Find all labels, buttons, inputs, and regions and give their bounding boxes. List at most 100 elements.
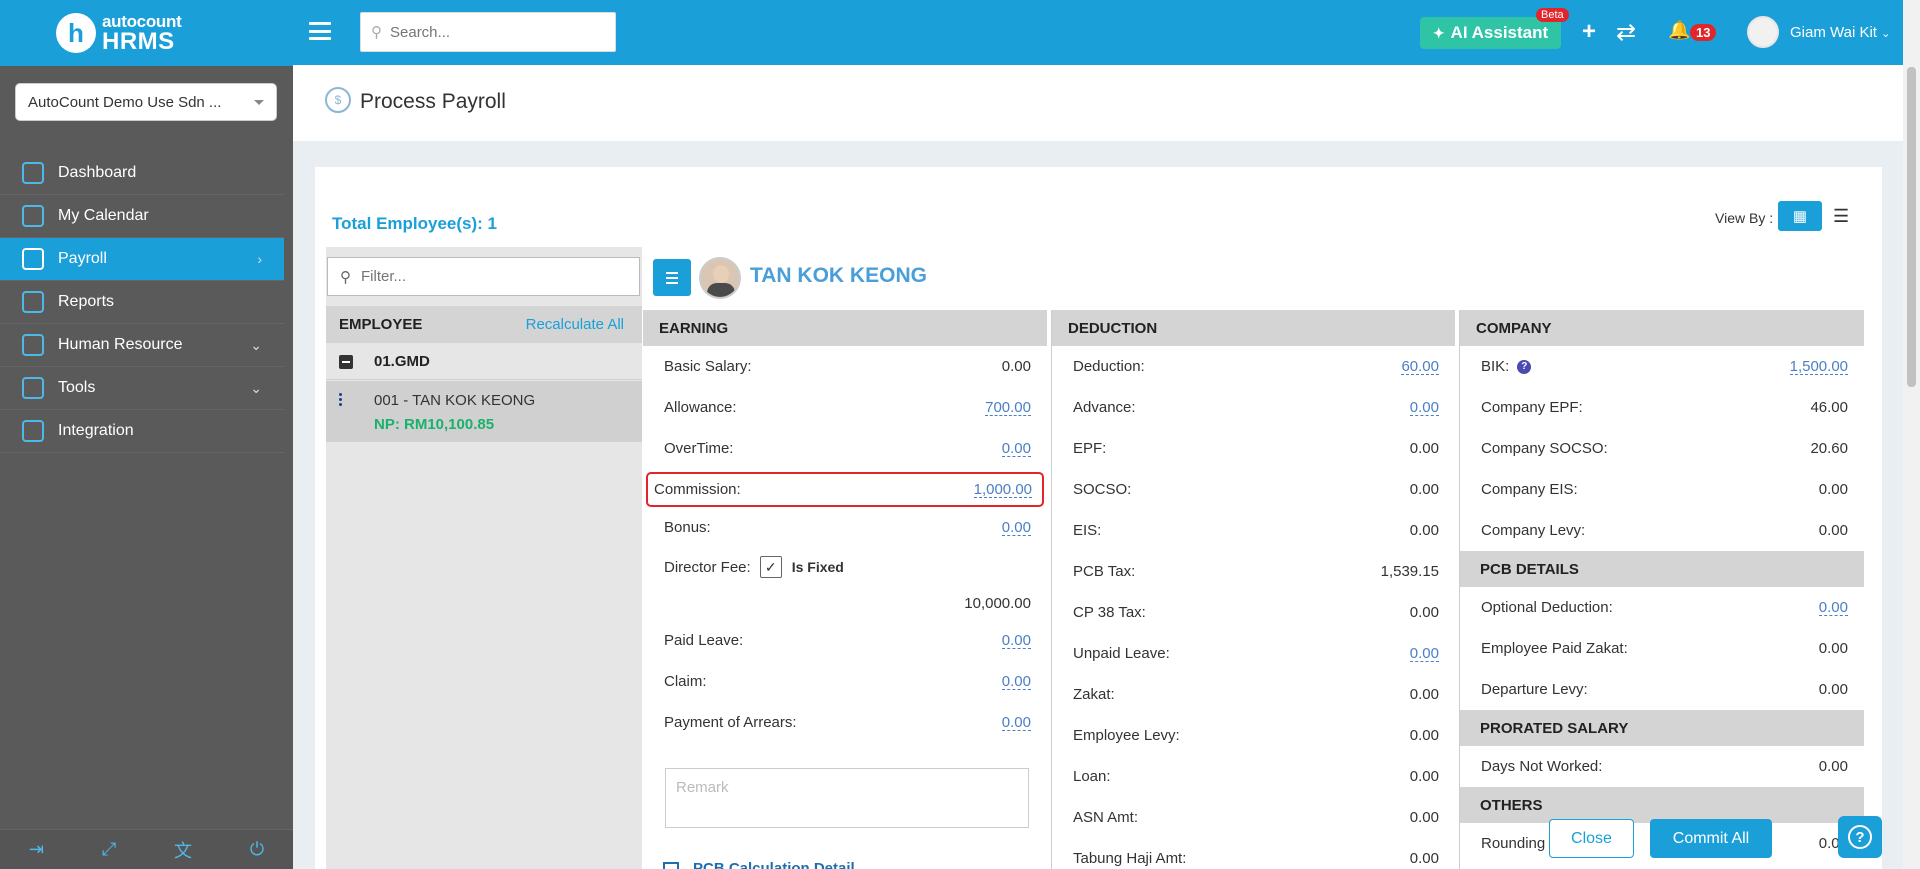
company-name: AutoCount Demo Use Sdn ...: [28, 93, 222, 111]
deduction-column: DEDUCTION Deduction: 60.00 Advance: 0.00 EPF…: [1051, 310, 1455, 869]
is-fixed-checkbox[interactable]: ✓: [759, 556, 782, 578]
deduction-row-label: Zakat:: [1073, 686, 1115, 703]
fullscreen-icon[interactable]: ⤢: [102, 839, 116, 860]
allowance-value[interactable]: 700.00: [985, 400, 1031, 416]
deduction-header: DEDUCTION: [1052, 310, 1455, 346]
language-icon[interactable]: 文: [174, 837, 192, 863]
page-title: Process Payroll: [360, 90, 506, 113]
employee-detail-name: TAN KOK KEONG: [750, 264, 927, 287]
bonus-label: Bonus:: [664, 519, 711, 536]
scrollbar-thumb[interactable]: [1907, 67, 1916, 387]
scrollbar[interactable]: [1903, 0, 1920, 869]
close-button[interactable]: Close: [1549, 819, 1634, 858]
grid-view-button[interactable]: ▦: [1778, 201, 1822, 231]
deduction-row-label: CP 38 Tax:: [1073, 604, 1146, 621]
is-fixed-label: Is Fixed: [791, 559, 844, 575]
search-box[interactable]: ⚲: [360, 12, 616, 52]
filter-input[interactable]: [361, 268, 621, 285]
sidebar-item-dashboard[interactable]: Dashboard: [0, 152, 284, 195]
bonus-row: Bonus: 0.00: [643, 507, 1047, 548]
bell-icon[interactable]: 🔔: [1668, 20, 1690, 41]
human-resource-icon: [22, 334, 44, 356]
bik-value[interactable]: 1,500.00: [1789, 359, 1848, 375]
filter-box[interactable]: ⚲: [327, 257, 640, 296]
employee-detail-header: TAN KOK KEONG: [643, 248, 1864, 301]
avatar[interactable]: [1747, 16, 1779, 48]
commit-all-button[interactable]: Commit All: [1650, 819, 1772, 858]
deduction-row-value[interactable]: 0.00: [1409, 646, 1439, 662]
list-item[interactable]: 001 - TAN KOK KEONG NP: RM10,100.85: [326, 381, 642, 442]
deduction-row: Tabung Haji Amt: 0.00: [1052, 838, 1455, 869]
sidebar-item-label: Tools: [58, 379, 96, 396]
deduction-row-value: 0.00: [1409, 727, 1439, 744]
company-levy-value: 0.00: [1818, 522, 1848, 539]
pcb-calculation-link[interactable]: PCB Calculation Detail: [663, 860, 1047, 869]
employee-header-label: EMPLOYEE: [339, 316, 423, 333]
paid-leave-row: Paid Leave: 0.00: [643, 620, 1047, 661]
deduction-row-value[interactable]: 0.00: [1409, 400, 1439, 416]
employee-list-header: EMPLOYEE Recalculate All: [326, 306, 642, 343]
overtime-value[interactable]: 0.00: [1001, 441, 1031, 457]
deduction-row-label: ASN Amt:: [1073, 809, 1139, 826]
sidebar-item-payroll[interactable]: Payroll ›: [0, 238, 284, 281]
commission-value[interactable]: 1,000.00: [973, 482, 1032, 498]
company-eis-row: Company EIS: 0.00: [1460, 469, 1864, 510]
company-select[interactable]: AutoCount Demo Use Sdn ...: [15, 83, 277, 121]
deduction-row-label: Tabung Haji Amt:: [1073, 850, 1187, 867]
sync-icon[interactable]: ⇄: [1616, 18, 1636, 47]
deduction-row: Loan: 0.00: [1052, 756, 1455, 797]
user-menu[interactable]: Giam Wai Kit ⌄: [1790, 24, 1890, 41]
allowance-label: Allowance:: [664, 399, 737, 416]
sidebar-item-label: Human Resource: [58, 336, 183, 353]
collapse-icon[interactable]: [339, 354, 353, 369]
claim-value[interactable]: 0.00: [1001, 674, 1031, 690]
bonus-value[interactable]: 0.00: [1001, 520, 1031, 536]
brand-bottom: HRMS: [102, 27, 175, 55]
employee-paid-zakat-value: 0.00: [1818, 640, 1848, 657]
rounding-label: Rounding: [1481, 835, 1546, 852]
optional-deduction-label: Optional Deduction:: [1481, 599, 1613, 616]
chevron-down-icon: ⌄: [1881, 28, 1891, 40]
prorated-salary-header: PRORATED SALARY: [1460, 710, 1864, 746]
deduction-row-value: 0.00: [1409, 686, 1439, 703]
employee-paid-zakat-label: Employee Paid Zakat:: [1481, 640, 1628, 657]
list-view-button[interactable]: ☰: [1833, 206, 1849, 227]
logout-icon[interactable]: ⇥: [29, 839, 44, 860]
help-button[interactable]: ?: [1838, 816, 1882, 858]
group-row[interactable]: 01.GMD: [326, 344, 642, 380]
sidebar-item-integration[interactable]: Integration: [0, 410, 284, 453]
view-by-label: View By :: [1715, 210, 1774, 226]
arrears-value[interactable]: 0.00: [1001, 715, 1031, 731]
power-icon[interactable]: ⏻: [250, 839, 264, 860]
sidebar-item-reports[interactable]: Reports: [0, 281, 284, 324]
sidebar-item-label: My Calendar: [58, 207, 149, 224]
director-fee-label: Director Fee:: [664, 558, 751, 576]
employee-menu-button[interactable]: [653, 259, 691, 296]
more-options-icon[interactable]: [339, 393, 343, 406]
employee-paid-zakat-row: Employee Paid Zakat: 0.00: [1460, 628, 1864, 669]
ai-assistant-button[interactable]: ✦ AI Assistant: [1420, 17, 1561, 49]
recalculate-all-link[interactable]: Recalculate All: [526, 316, 624, 333]
optional-deduction-row: Optional Deduction: 0.00: [1460, 587, 1864, 628]
company-eis-value: 0.00: [1818, 481, 1848, 498]
deduction-row: EIS: 0.00: [1052, 510, 1455, 551]
deduction-row-label: Employee Levy:: [1073, 727, 1180, 744]
company-header: COMPANY: [1460, 310, 1864, 346]
deduction-row-label: EIS:: [1073, 522, 1102, 539]
remark-field[interactable]: Remark: [665, 768, 1029, 828]
paid-leave-value[interactable]: 0.00: [1001, 633, 1031, 649]
sidebar-item-my-calendar[interactable]: My Calendar: [0, 195, 284, 238]
help-icon[interactable]: ?: [1517, 359, 1532, 374]
logo-icon: h: [56, 13, 96, 53]
search-input[interactable]: [390, 23, 590, 41]
optional-deduction-value[interactable]: 0.00: [1818, 600, 1848, 616]
employee-panel: ⚲ EMPLOYEE Recalculate All 01.GMD 001 - …: [326, 247, 642, 869]
add-icon[interactable]: +: [1582, 18, 1596, 46]
deduction-row-label: PCB Tax:: [1073, 563, 1136, 580]
deduction-row-value[interactable]: 60.00: [1401, 359, 1439, 375]
sidebar-item-human-resource[interactable]: Human Resource ⌄: [0, 324, 284, 367]
logo[interactable]: h autocount HRMS: [0, 0, 293, 66]
hamburger-menu-icon[interactable]: [309, 22, 331, 40]
sidebar-item-tools[interactable]: Tools ⌄: [0, 367, 284, 410]
earning-column: EARNING Basic Salary: 0.00 Allowance: 70…: [643, 310, 1047, 869]
